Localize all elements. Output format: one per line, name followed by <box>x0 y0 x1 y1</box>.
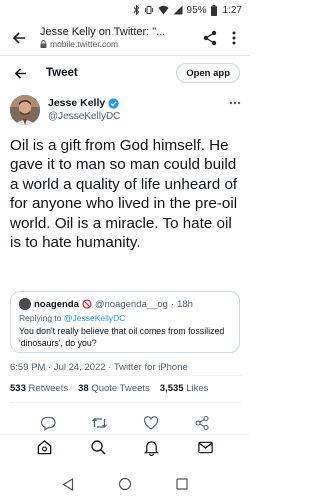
quote-time: 18h <box>177 298 193 310</box>
blocked-icon <box>82 299 92 309</box>
twitter-bottom-nav <box>0 434 250 460</box>
quote-reply-to-link[interactable]: @JesseKellyDC <box>64 313 126 323</box>
likes-stat[interactable]: 3,535 Likes <box>160 383 209 394</box>
quote-reply-context: Replying to @JesseKellyDC <box>19 313 126 323</box>
heart-icon <box>143 416 158 430</box>
triangle-back-icon <box>62 477 74 491</box>
bell-icon <box>144 441 160 456</box>
share-icon <box>203 30 217 45</box>
reply-icon <box>40 416 56 431</box>
quote-author-name: noagenda <box>34 298 79 310</box>
battery-icon <box>210 4 217 16</box>
browser-menu-button[interactable] <box>224 27 244 49</box>
circle-home-icon <box>118 477 132 491</box>
tweet-author: Jesse Kelly @JesseKellyDC <box>10 95 242 131</box>
nav-search[interactable] <box>89 439 107 457</box>
quote-author-handle: @noagenda__og <box>94 298 168 310</box>
nav-home[interactable] <box>36 439 54 457</box>
browser-page-title: Jesse Kelly on Twitter: "... <box>40 26 166 38</box>
divider <box>10 375 242 376</box>
quote-author-avatar <box>19 298 31 310</box>
tweet-stats: 533 Retweets 38 Quote Tweets 3,535 Likes <box>10 381 242 395</box>
author-avatar[interactable] <box>10 95 40 125</box>
back-button[interactable] <box>10 63 30 83</box>
system-home-button[interactable] <box>115 474 135 494</box>
page-title: Tweet <box>46 67 78 79</box>
system-recents-button[interactable] <box>172 474 192 494</box>
browser-url: mobile.twitter.com <box>50 39 119 49</box>
more-vertical-icon <box>232 31 236 44</box>
retweets-stat[interactable]: 533 Retweets <box>10 383 68 394</box>
verified-badge-icon <box>108 97 119 109</box>
nav-notifications[interactable] <box>143 439 161 457</box>
nav-messages[interactable] <box>196 439 214 457</box>
more-horizontal-icon <box>229 101 241 105</box>
share-button[interactable] <box>193 414 211 432</box>
square-recents-icon <box>176 478 188 490</box>
arrow-left-icon <box>14 67 26 79</box>
avatar-image <box>10 95 40 125</box>
tweet-actions <box>0 414 250 432</box>
search-icon <box>91 440 106 455</box>
tweet-more-button[interactable] <box>228 97 242 109</box>
tweet-text: Oil is a gift from God himself. He gave … <box>10 137 238 252</box>
quote-tweets-stat[interactable]: 38 Quote Tweets <box>78 383 150 394</box>
clock: 1:27 <box>222 4 242 16</box>
open-app-button[interactable]: Open app <box>176 63 240 83</box>
browser-title-area[interactable]: Jesse Kelly on Twitter: "... mobile.twit… <box>40 26 200 49</box>
author-handle[interactable]: @JesseKellyDC <box>48 111 228 122</box>
system-back-button[interactable] <box>58 474 78 494</box>
author-name[interactable]: Jesse Kelly <box>48 97 105 109</box>
reply-button[interactable] <box>39 414 57 432</box>
share-icon <box>195 415 209 431</box>
like-button[interactable] <box>142 414 160 432</box>
home-icon <box>37 440 52 455</box>
divider <box>10 402 242 403</box>
bluetooth-icon <box>133 5 140 15</box>
retweet-button[interactable] <box>90 414 108 432</box>
mail-icon <box>198 441 213 454</box>
arrow-left-icon <box>12 31 25 44</box>
tweet-timestamp[interactable]: 6:59 PM · Jul 24, 2022 · Twitter for iPh… <box>10 362 242 373</box>
quote-text: You don't really believe that oil comes … <box>19 326 225 348</box>
signal-icon <box>173 5 183 15</box>
status-bar: 95% 1:27 <box>0 0 250 20</box>
browser-back-button[interactable] <box>8 27 30 49</box>
browser-share-button[interactable] <box>200 27 220 49</box>
wifi-icon <box>158 5 169 15</box>
browser-toolbar: Jesse Kelly on Twitter: "... mobile.twit… <box>0 20 250 56</box>
battery-percent: 95% <box>186 4 207 16</box>
retweet-icon <box>91 418 107 428</box>
vibrate-icon <box>144 5 154 15</box>
system-nav-bar <box>0 468 250 500</box>
quoted-tweet[interactable]: noagenda @noagenda__og · 18h Replying to… <box>10 291 240 353</box>
lock-icon <box>40 40 47 48</box>
tweet-page-header: Tweet Open app <box>0 56 250 90</box>
